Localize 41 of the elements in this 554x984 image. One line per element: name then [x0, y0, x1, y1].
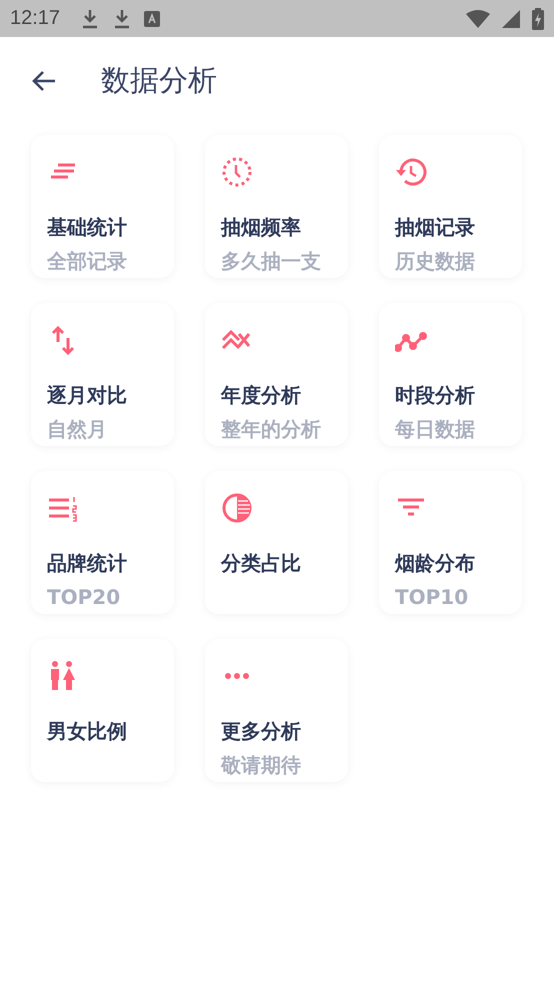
- card-title: 品牌统计: [47, 550, 127, 576]
- card-title: 时段分析: [395, 382, 475, 408]
- card-title: 更多分析: [221, 718, 301, 744]
- analysis-card[interactable]: 抽烟频率 多久抽一支: [205, 135, 348, 278]
- card-subtitle: 自然月: [47, 416, 107, 442]
- wifi-icon: [466, 10, 490, 28]
- more-icon: [223, 672, 251, 680]
- card-title: 分类占比: [221, 550, 301, 576]
- analysis-card[interactable]: 品牌统计 TOP20: [31, 471, 174, 614]
- card-subtitle: 多久抽一支: [221, 248, 321, 274]
- page-title: 数据分析: [101, 62, 217, 99]
- card-title: 年度分析: [221, 382, 301, 408]
- analysis-card[interactable]: 时段分析 每日数据: [379, 303, 522, 446]
- card-subtitle: 全部记录: [47, 248, 127, 274]
- analysis-card[interactable]: 更多分析 敬请期待: [205, 639, 348, 782]
- card-title: 基础统计: [47, 214, 127, 240]
- analysis-card[interactable]: 男女比例: [31, 639, 174, 782]
- analysis-card[interactable]: 分类占比: [205, 471, 348, 614]
- card-subtitle: 每日数据: [395, 416, 475, 442]
- analysis-card[interactable]: 基础统计 全部记录: [31, 135, 174, 278]
- analysis-card[interactable]: 逐月对比 自然月: [31, 303, 174, 446]
- history-icon: [395, 156, 427, 188]
- card-subtitle: 敬请期待: [221, 752, 301, 778]
- card-subtitle: TOP10: [395, 584, 468, 610]
- analysis-card[interactable]: 年度分析 整年的分析: [205, 303, 348, 446]
- status-time: 12:17: [10, 7, 60, 30]
- keyboard-icon: [144, 10, 160, 26]
- half-circle-icon: [221, 492, 253, 524]
- card-subtitle: 整年的分析: [221, 416, 321, 442]
- card-subtitle: 历史数据: [395, 248, 475, 274]
- card-title: 逐月对比: [47, 382, 127, 408]
- analysis-card[interactable]: 抽烟记录 历史数据: [379, 135, 522, 278]
- clock-icon: [221, 156, 253, 188]
- analysis-card[interactable]: 烟龄分布 TOP10: [379, 471, 522, 614]
- card-title: 抽烟频率: [221, 214, 301, 240]
- battery-icon: [532, 8, 544, 30]
- card-subtitle: TOP20: [47, 584, 120, 610]
- card-title: 烟龄分布: [395, 550, 475, 576]
- card-title: 抽烟记录: [395, 214, 475, 240]
- signal-icon: [502, 10, 520, 28]
- card-title: 男女比例: [47, 718, 127, 744]
